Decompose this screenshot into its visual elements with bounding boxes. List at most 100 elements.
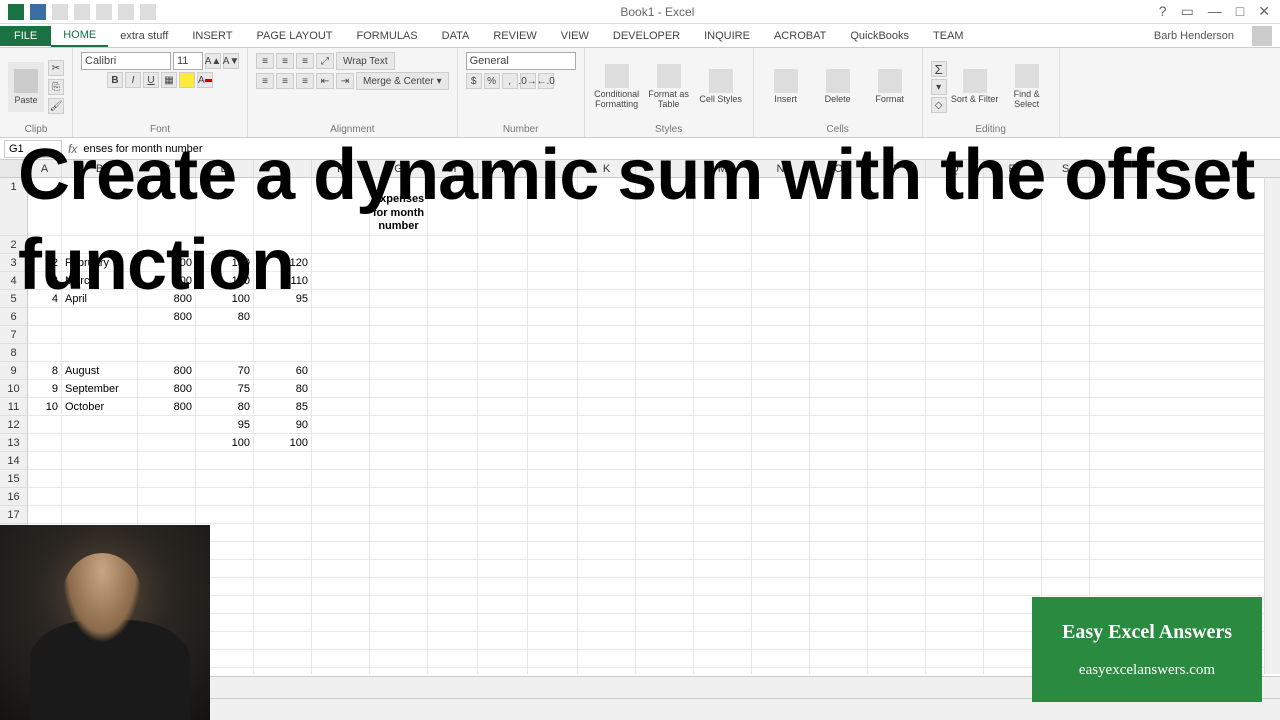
cell[interactable] <box>28 326 62 343</box>
cell[interactable] <box>528 416 578 433</box>
cell[interactable] <box>636 362 694 379</box>
cell[interactable] <box>984 488 1042 505</box>
cell[interactable] <box>578 506 636 523</box>
cell[interactable] <box>478 650 528 667</box>
cell[interactable] <box>1042 362 1090 379</box>
cell[interactable]: 800 <box>138 362 196 379</box>
cell[interactable] <box>428 380 478 397</box>
cell[interactable] <box>636 326 694 343</box>
cell[interactable] <box>926 362 984 379</box>
cell[interactable] <box>926 596 984 613</box>
cell[interactable] <box>254 596 312 613</box>
cell[interactable] <box>868 614 926 631</box>
cell[interactable] <box>254 614 312 631</box>
cell[interactable] <box>528 398 578 415</box>
cell[interactable] <box>254 308 312 325</box>
cell[interactable] <box>1042 434 1090 451</box>
cell[interactable]: 90 <box>254 416 312 433</box>
cell[interactable] <box>528 578 578 595</box>
cell[interactable] <box>428 506 478 523</box>
cell[interactable] <box>984 362 1042 379</box>
cell[interactable] <box>196 326 254 343</box>
cell[interactable] <box>370 434 428 451</box>
cell[interactable] <box>528 542 578 559</box>
cell[interactable] <box>528 632 578 649</box>
cell[interactable] <box>578 452 636 469</box>
cell[interactable] <box>528 344 578 361</box>
cell[interactable] <box>370 506 428 523</box>
cell[interactable] <box>62 470 138 487</box>
cell[interactable] <box>254 578 312 595</box>
cell[interactable] <box>694 362 752 379</box>
cell[interactable] <box>752 308 810 325</box>
cell[interactable] <box>370 416 428 433</box>
cell[interactable] <box>254 488 312 505</box>
cell[interactable] <box>370 542 428 559</box>
font-color-icon[interactable]: A <box>197 72 213 88</box>
cell[interactable] <box>868 524 926 541</box>
cell[interactable] <box>926 434 984 451</box>
cell[interactable] <box>810 380 868 397</box>
cell[interactable] <box>478 614 528 631</box>
tab-formulas[interactable]: FORMULAS <box>345 26 430 46</box>
cell[interactable] <box>694 326 752 343</box>
user-avatar-icon[interactable] <box>1252 26 1272 46</box>
cell[interactable] <box>752 650 810 667</box>
cell[interactable] <box>926 344 984 361</box>
border-icon[interactable]: ▦ <box>161 72 177 88</box>
cut-icon[interactable]: ✂ <box>48 60 64 76</box>
cell[interactable] <box>312 434 370 451</box>
cell[interactable] <box>868 434 926 451</box>
cell[interactable] <box>478 524 528 541</box>
cell-styles-button[interactable]: Cell Styles <box>697 69 745 105</box>
cell[interactable] <box>636 596 694 613</box>
cell[interactable] <box>578 632 636 649</box>
decrease-indent-icon[interactable]: ⇤ <box>316 73 334 89</box>
cell[interactable] <box>578 398 636 415</box>
cell[interactable] <box>926 452 984 469</box>
row-header[interactable]: 17 <box>0 506 28 524</box>
cell[interactable] <box>984 380 1042 397</box>
tab-extra[interactable]: extra stuff <box>108 26 180 46</box>
cell[interactable] <box>694 380 752 397</box>
cell[interactable] <box>62 506 138 523</box>
cell[interactable] <box>428 416 478 433</box>
cell[interactable] <box>752 578 810 595</box>
cell[interactable] <box>636 470 694 487</box>
cell[interactable] <box>528 434 578 451</box>
row-header[interactable]: 9 <box>0 362 28 380</box>
cell[interactable] <box>752 470 810 487</box>
cell[interactable] <box>578 596 636 613</box>
cell[interactable] <box>926 380 984 397</box>
fill-color-icon[interactable] <box>179 72 195 88</box>
minimize-icon[interactable]: — <box>1208 3 1222 20</box>
cell[interactable] <box>694 434 752 451</box>
cell[interactable]: 95 <box>196 416 254 433</box>
cell[interactable] <box>868 488 926 505</box>
cell[interactable] <box>984 452 1042 469</box>
cell[interactable] <box>62 308 138 325</box>
cell[interactable] <box>254 542 312 559</box>
cell[interactable] <box>138 416 196 433</box>
cell[interactable] <box>28 506 62 523</box>
cell[interactable] <box>694 416 752 433</box>
cell[interactable] <box>926 416 984 433</box>
cell[interactable] <box>138 326 196 343</box>
cell[interactable] <box>926 524 984 541</box>
row-header[interactable]: 16 <box>0 488 28 506</box>
cell[interactable] <box>478 326 528 343</box>
format-button[interactable]: Format <box>866 69 914 105</box>
cell[interactable] <box>926 632 984 649</box>
cell[interactable]: October <box>62 398 138 415</box>
cell[interactable] <box>694 488 752 505</box>
decrease-decimal-icon[interactable]: ←.0 <box>538 73 554 89</box>
cell[interactable] <box>694 452 752 469</box>
cell[interactable] <box>312 668 370 674</box>
cell[interactable]: August <box>62 362 138 379</box>
cell[interactable] <box>254 452 312 469</box>
cell[interactable] <box>810 650 868 667</box>
cell[interactable] <box>428 452 478 469</box>
row-header[interactable]: 12 <box>0 416 28 434</box>
tab-home[interactable]: HOME <box>51 25 108 47</box>
cell[interactable] <box>428 488 478 505</box>
